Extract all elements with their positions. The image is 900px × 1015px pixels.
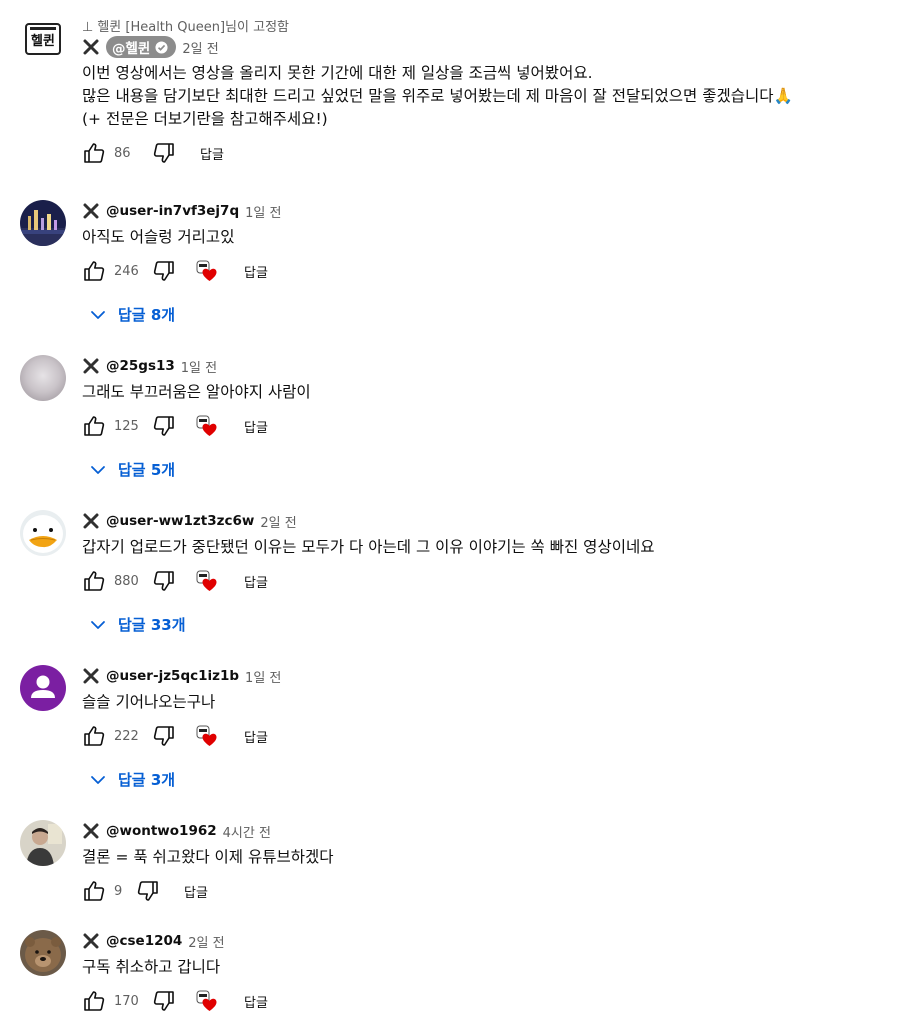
like-count: 170 bbox=[114, 993, 139, 1009]
view-replies-button[interactable]: 답글 3개 bbox=[88, 769, 175, 790]
view-replies-button[interactable]: 답글 5개 bbox=[88, 459, 175, 480]
creator-heart-icon bbox=[196, 414, 220, 438]
comment-time[interactable]: 1일 전 bbox=[245, 202, 281, 221]
reply-button[interactable]: 답글 bbox=[200, 144, 224, 163]
like-icon[interactable] bbox=[82, 879, 106, 903]
comment-text: 이번 영상에서는 영상을 올리지 못한 기간에 대한 제 일상을 조금씩 넣어봤… bbox=[82, 62, 890, 131]
avatar[interactable] bbox=[20, 200, 66, 246]
x-icon bbox=[82, 512, 100, 530]
comment-time[interactable]: 1일 전 bbox=[245, 667, 281, 686]
replies-count: 답글 5개 bbox=[118, 461, 176, 479]
creator-heart-icon bbox=[196, 724, 220, 748]
creator-heart-icon bbox=[196, 989, 220, 1013]
reply-button[interactable]: 답글 bbox=[184, 882, 208, 901]
x-icon bbox=[82, 932, 100, 950]
chevron-down-icon bbox=[88, 460, 108, 480]
like-count: 246 bbox=[114, 263, 139, 279]
chevron-down-icon bbox=[88, 770, 108, 790]
comment-time[interactable]: 2일 전 bbox=[182, 38, 218, 57]
author-name[interactable]: @user-in7vf3ej7q bbox=[106, 203, 239, 219]
pinned-label: ⊥ 헬퀸 [Health Queen]님이 고정함 bbox=[82, 16, 289, 35]
like-count: 222 bbox=[114, 728, 139, 744]
comment-time[interactable]: 1일 전 bbox=[181, 357, 217, 376]
comment-text: 아직도 어슬렁 거리고있 bbox=[82, 228, 235, 246]
x-icon bbox=[82, 822, 100, 840]
comment-actions: 125 답글 bbox=[82, 412, 890, 440]
comment-text: 그래도 부끄러움은 알아야지 사람이 bbox=[82, 383, 311, 401]
like-count: 9 bbox=[114, 883, 123, 899]
author-name: @헬퀸 bbox=[112, 41, 151, 57]
reply-button[interactable]: 답글 bbox=[244, 572, 268, 591]
view-replies-button[interactable]: 답글 8개 bbox=[88, 304, 175, 325]
like-icon[interactable] bbox=[82, 989, 106, 1013]
like-icon[interactable] bbox=[82, 414, 106, 438]
replies-count: 답글 33개 bbox=[118, 616, 186, 634]
reply-button[interactable]: 답글 bbox=[244, 727, 268, 746]
view-replies-button[interactable]: 답글 33개 bbox=[88, 614, 186, 635]
author-name[interactable]: @user-ww1zt3zc6w bbox=[106, 513, 254, 529]
dislike-icon[interactable] bbox=[152, 989, 176, 1013]
dislike-icon[interactable] bbox=[152, 724, 176, 748]
reply-button[interactable]: 답글 bbox=[244, 417, 268, 436]
author-name[interactable]: @user-jz5qc1iz1b bbox=[106, 668, 239, 684]
comment-line: 이번 영상에서는 영상을 올리지 못한 기간에 대한 제 일상을 조금씩 넣어봤… bbox=[82, 64, 593, 82]
creator-heart-icon bbox=[196, 569, 220, 593]
x-icon bbox=[82, 202, 100, 220]
comment-time[interactable]: 2일 전 bbox=[188, 932, 224, 951]
avatar[interactable] bbox=[20, 510, 66, 556]
author-name[interactable]: @wontwo1962 bbox=[106, 823, 217, 839]
comment-time[interactable]: 4시간 전 bbox=[223, 822, 271, 841]
like-count: 125 bbox=[114, 418, 139, 434]
dislike-icon[interactable] bbox=[136, 879, 160, 903]
avatar[interactable] bbox=[20, 355, 66, 401]
comment-actions: 222 답글 bbox=[82, 722, 890, 750]
replies-count: 답글 3개 bbox=[118, 771, 176, 789]
pinned-text: 헬퀸 [Health Queen]님이 고정함 bbox=[97, 20, 289, 35]
avatar[interactable] bbox=[20, 820, 66, 866]
comment-line: (+ 전문은 더보기란을 참고해주세요!) bbox=[82, 110, 328, 128]
x-icon bbox=[82, 667, 100, 685]
reply-button[interactable]: 답글 bbox=[244, 262, 268, 281]
avatar[interactable] bbox=[20, 930, 66, 976]
verified-icon bbox=[155, 40, 168, 54]
chevron-down-icon bbox=[88, 305, 108, 325]
like-icon[interactable] bbox=[82, 569, 106, 593]
comment-text: 갑자기 업로드가 중단됐던 이유는 모두가 다 아는데 그 이유 이야기는 쏙 … bbox=[82, 538, 655, 556]
author-name[interactable]: @cse1204 bbox=[106, 933, 182, 949]
avatar[interactable] bbox=[20, 665, 66, 711]
reply-button[interactable]: 답글 bbox=[244, 992, 268, 1011]
dislike-icon[interactable] bbox=[152, 569, 176, 593]
chevron-down-icon bbox=[88, 615, 108, 635]
comment-actions: 880 답글 bbox=[82, 567, 890, 595]
comment-text: 슬슬 기어나오는구나 bbox=[82, 693, 216, 711]
avatar[interactable]: 헬퀸 bbox=[20, 16, 66, 62]
like-icon[interactable] bbox=[82, 724, 106, 748]
author-name[interactable]: @25gs13 bbox=[106, 358, 175, 374]
replies-count: 답글 8개 bbox=[118, 306, 176, 324]
comment-text: 결론 = 푹 쉬고왔다 이제 유튜브하겠다 bbox=[82, 848, 334, 866]
like-icon[interactable] bbox=[82, 141, 106, 165]
comment-text: 구독 취소하고 갑니다 bbox=[82, 958, 221, 976]
author-chip[interactable]: @헬퀸 bbox=[106, 36, 177, 58]
comment-actions: 246 답글 bbox=[82, 257, 890, 285]
x-icon bbox=[82, 357, 100, 375]
like-icon[interactable] bbox=[82, 259, 106, 283]
like-count: 86 bbox=[114, 145, 131, 161]
dislike-icon[interactable] bbox=[152, 414, 176, 438]
pin-icon: ⊥ bbox=[82, 20, 94, 35]
comment-line: 많은 내용을 담기보단 최대한 드리고 싶었던 말을 위주로 넣어봤는데 제 마… bbox=[82, 87, 793, 105]
dislike-icon[interactable] bbox=[152, 141, 176, 165]
creator-heart-icon bbox=[196, 259, 220, 283]
avatar-logo-text: 헬퀸 bbox=[31, 34, 55, 49]
comment-actions: 9 답글 bbox=[82, 877, 890, 905]
dislike-icon[interactable] bbox=[152, 259, 176, 283]
x-icon bbox=[82, 38, 100, 56]
comment-time[interactable]: 2일 전 bbox=[260, 512, 296, 531]
like-count: 880 bbox=[114, 573, 139, 589]
comment-actions: 86 답글 bbox=[82, 139, 890, 167]
comment-actions: 170 답글 bbox=[82, 987, 890, 1015]
